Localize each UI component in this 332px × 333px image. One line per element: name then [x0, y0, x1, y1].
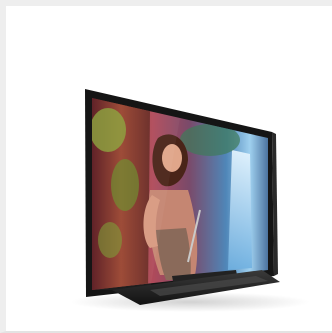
tv-product-scene: [70, 89, 310, 312]
waterfall: [228, 150, 252, 270]
